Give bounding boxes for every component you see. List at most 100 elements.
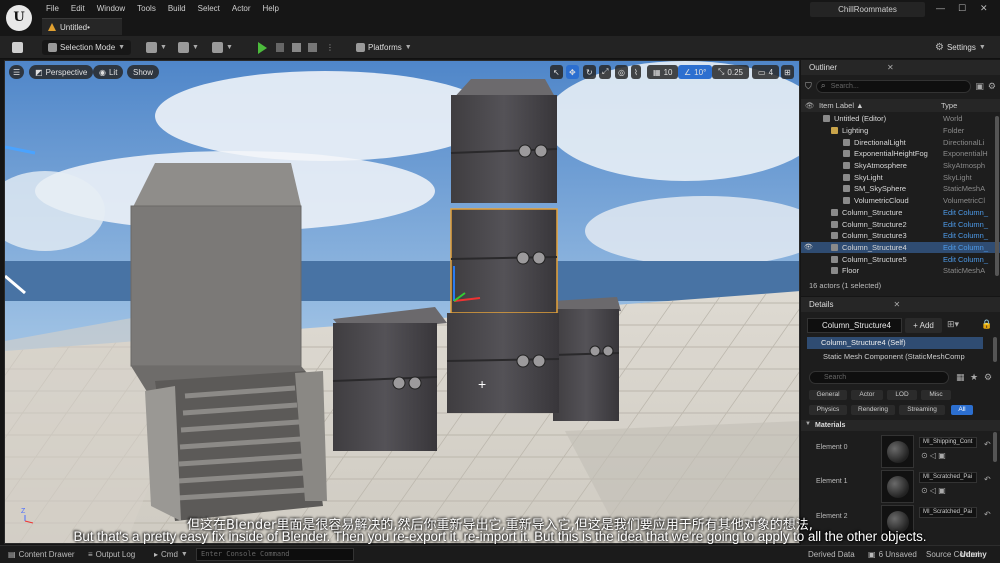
unsaved-button[interactable]: ▣ 6 Unsaved xyxy=(868,550,917,559)
outliner-row[interactable]: Lighting Folder xyxy=(801,125,1000,137)
add-component-button[interactable]: + Add xyxy=(905,318,942,333)
menu-edit[interactable]: Edit xyxy=(65,3,91,15)
surface-snap-icon[interactable]: ⌇ xyxy=(631,65,641,79)
menu-select[interactable]: Select xyxy=(192,3,226,15)
filter-icon[interactable]: ⛉ xyxy=(805,81,812,92)
stop-icon[interactable] xyxy=(292,40,301,55)
filter-misc[interactable]: Misc xyxy=(921,390,951,400)
viewport-menu-icon[interactable]: ☰ xyxy=(9,65,25,79)
derived-data-button[interactable]: Derived Data xyxy=(808,550,855,559)
menu-actor[interactable]: Actor xyxy=(226,3,257,15)
filter-lod[interactable]: LOD xyxy=(887,390,917,400)
play-button[interactable] xyxy=(258,40,267,55)
maximize-icon[interactable]: ☐ xyxy=(958,3,966,14)
chevron-down-icon[interactable]: ▼ xyxy=(805,421,811,427)
add-content-button[interactable]: ▼ xyxy=(146,40,167,55)
outliner-row[interactable]: SM_SkySphere StaticMeshA xyxy=(801,183,1000,195)
edit-blueprint-link[interactable]: Edit Column_ xyxy=(943,220,998,229)
outliner-row[interactable]: Column_Structure5 Edit Column_ xyxy=(801,253,1000,265)
filter-rendering[interactable]: Rendering xyxy=(851,405,895,415)
details-scrollbar[interactable] xyxy=(993,337,997,362)
menu-file[interactable]: File xyxy=(40,3,65,15)
add-folder-icon[interactable]: ▣ xyxy=(975,81,984,92)
more-options-icon[interactable]: ⋮ xyxy=(326,40,334,55)
table-view-icon[interactable]: ▦ xyxy=(956,372,965,383)
outliner-search-input[interactable]: Search... xyxy=(815,80,972,93)
step-icon[interactable] xyxy=(276,40,284,55)
self-component-row[interactable]: Column_Structure4 (Self) xyxy=(807,337,983,349)
materials-scrollbar[interactable] xyxy=(993,432,997,462)
filter-actor[interactable]: Actor xyxy=(851,390,883,400)
visibility-icon[interactable]: 👁 xyxy=(805,101,815,110)
output-log-button[interactable]: ≡ Output Log xyxy=(88,550,135,559)
outliner-scrollbar[interactable] xyxy=(995,116,999,276)
camera-speed-button[interactable]: ▭ 4 xyxy=(752,65,780,79)
scale-snap-button[interactable]: ⤡ 0.25 xyxy=(712,65,749,79)
world-space-icon[interactable]: ◎ xyxy=(615,65,628,79)
outliner-tab[interactable]: Outliner ✕ xyxy=(801,60,1000,75)
cmd-dropdown[interactable]: ▸ Cmd ▼ xyxy=(154,550,188,559)
cinematics-button[interactable]: ▼ xyxy=(212,40,233,55)
level-viewport[interactable]: Z ☰ ◩ Perspective ◉ Lit Show ↖ ✥ ↻ ⤢ ◎ ⌇… xyxy=(4,60,800,544)
outliner-row[interactable]: Floor StaticMeshA xyxy=(801,265,1000,277)
maximize-viewport-icon[interactable]: ⊞ xyxy=(781,65,794,79)
filter-streaming[interactable]: Streaming xyxy=(899,405,945,415)
edit-blueprint-link[interactable]: Edit Column_ xyxy=(943,231,998,240)
selection-mode-dropdown[interactable]: Selection Mode ▼ xyxy=(42,40,132,55)
menu-build[interactable]: Build xyxy=(162,3,192,15)
close-icon[interactable]: ✕ xyxy=(887,63,894,72)
level-tab[interactable]: Untitled• xyxy=(42,18,122,35)
outliner-row[interactable]: VolumetricCloud VolumetricCl xyxy=(801,195,1000,207)
materials-section-header[interactable]: Materials xyxy=(801,420,1000,431)
visibility-icon[interactable]: 👁 xyxy=(804,243,813,251)
edit-blueprint-link[interactable]: Edit Column_ xyxy=(943,208,998,217)
filter-general[interactable]: General xyxy=(809,390,847,400)
gear-icon[interactable]: ⚙ xyxy=(984,372,992,383)
show-button[interactable]: Show xyxy=(127,65,160,79)
blueprints-button[interactable]: ▼ xyxy=(178,40,199,55)
outliner-row[interactable]: Untitled (Editor) World xyxy=(801,113,1000,125)
details-search-input[interactable]: Search xyxy=(809,371,949,384)
reset-icon[interactable]: ↶ xyxy=(984,440,991,449)
unreal-logo-icon[interactable]: U xyxy=(6,5,32,31)
outliner-row[interactable]: Column_Structure Edit Column_ xyxy=(801,207,1000,219)
menu-help[interactable]: Help xyxy=(257,3,285,15)
outliner-row[interactable]: SkyAtmosphere SkyAtmosph xyxy=(801,160,1000,172)
move-tool-icon[interactable]: ✥ xyxy=(566,65,579,79)
details-tab[interactable]: Details ✕ xyxy=(801,297,1000,312)
save-icon[interactable] xyxy=(12,40,23,55)
lit-button[interactable]: ◉ Lit xyxy=(93,65,124,79)
rotate-tool-icon[interactable]: ↻ xyxy=(583,65,596,79)
filter-physics[interactable]: Physics xyxy=(809,405,847,415)
filter-all[interactable]: All xyxy=(951,405,973,415)
platforms-dropdown[interactable]: Platforms ▼ xyxy=(356,40,412,55)
content-drawer-button[interactable]: ▤ Content Drawer xyxy=(8,550,75,559)
outliner-row[interactable]: 👁 Column_Structure4 Edit Column_ xyxy=(801,241,1000,254)
outliner-row[interactable]: ExponentialHeightFog ExponentialH xyxy=(801,148,1000,160)
lock-icon[interactable]: 🔒 xyxy=(981,319,992,330)
static-mesh-component-row[interactable]: Static Mesh Component (StaticMeshComp xyxy=(823,352,965,361)
close-icon[interactable]: ✕ xyxy=(893,300,900,309)
edit-blueprint-link[interactable]: Edit Column_ xyxy=(943,255,998,264)
material-thumbnail[interactable] xyxy=(881,470,914,503)
minimize-icon[interactable]: — xyxy=(936,3,945,13)
menu-window[interactable]: Window xyxy=(91,3,131,15)
eject-icon[interactable] xyxy=(308,40,317,55)
browse-icon[interactable]: ⊙ ◁ ▣ xyxy=(921,451,946,460)
material-0-picker[interactable]: MI_Shipping_Cont xyxy=(919,437,977,448)
perspective-button[interactable]: ◩ Perspective xyxy=(29,65,94,79)
browse-icon[interactable]: ⊙ ◁ ▣ xyxy=(921,486,946,495)
reset-icon[interactable]: ↶ xyxy=(984,475,991,484)
item-label-column[interactable]: Item Label ▲ xyxy=(819,101,864,110)
edit-blueprint-link[interactable]: Edit Column_ xyxy=(943,243,998,252)
outliner-row[interactable]: SkyLight SkyLight xyxy=(801,171,1000,183)
material-1-picker[interactable]: MI_Scratched_Pai xyxy=(919,472,977,483)
close-icon[interactable]: ✕ xyxy=(980,3,988,14)
material-thumbnail[interactable] xyxy=(881,435,914,468)
select-tool-icon[interactable]: ↖ xyxy=(550,65,563,79)
settings-dropdown[interactable]: ⚙ Settings ▼ xyxy=(935,40,986,55)
outliner-row[interactable]: Column_Structure2 Edit Column_ xyxy=(801,218,1000,230)
star-icon[interactable]: ★ xyxy=(970,372,978,383)
menu-tools[interactable]: Tools xyxy=(131,3,162,15)
type-column[interactable]: Type xyxy=(941,101,957,110)
